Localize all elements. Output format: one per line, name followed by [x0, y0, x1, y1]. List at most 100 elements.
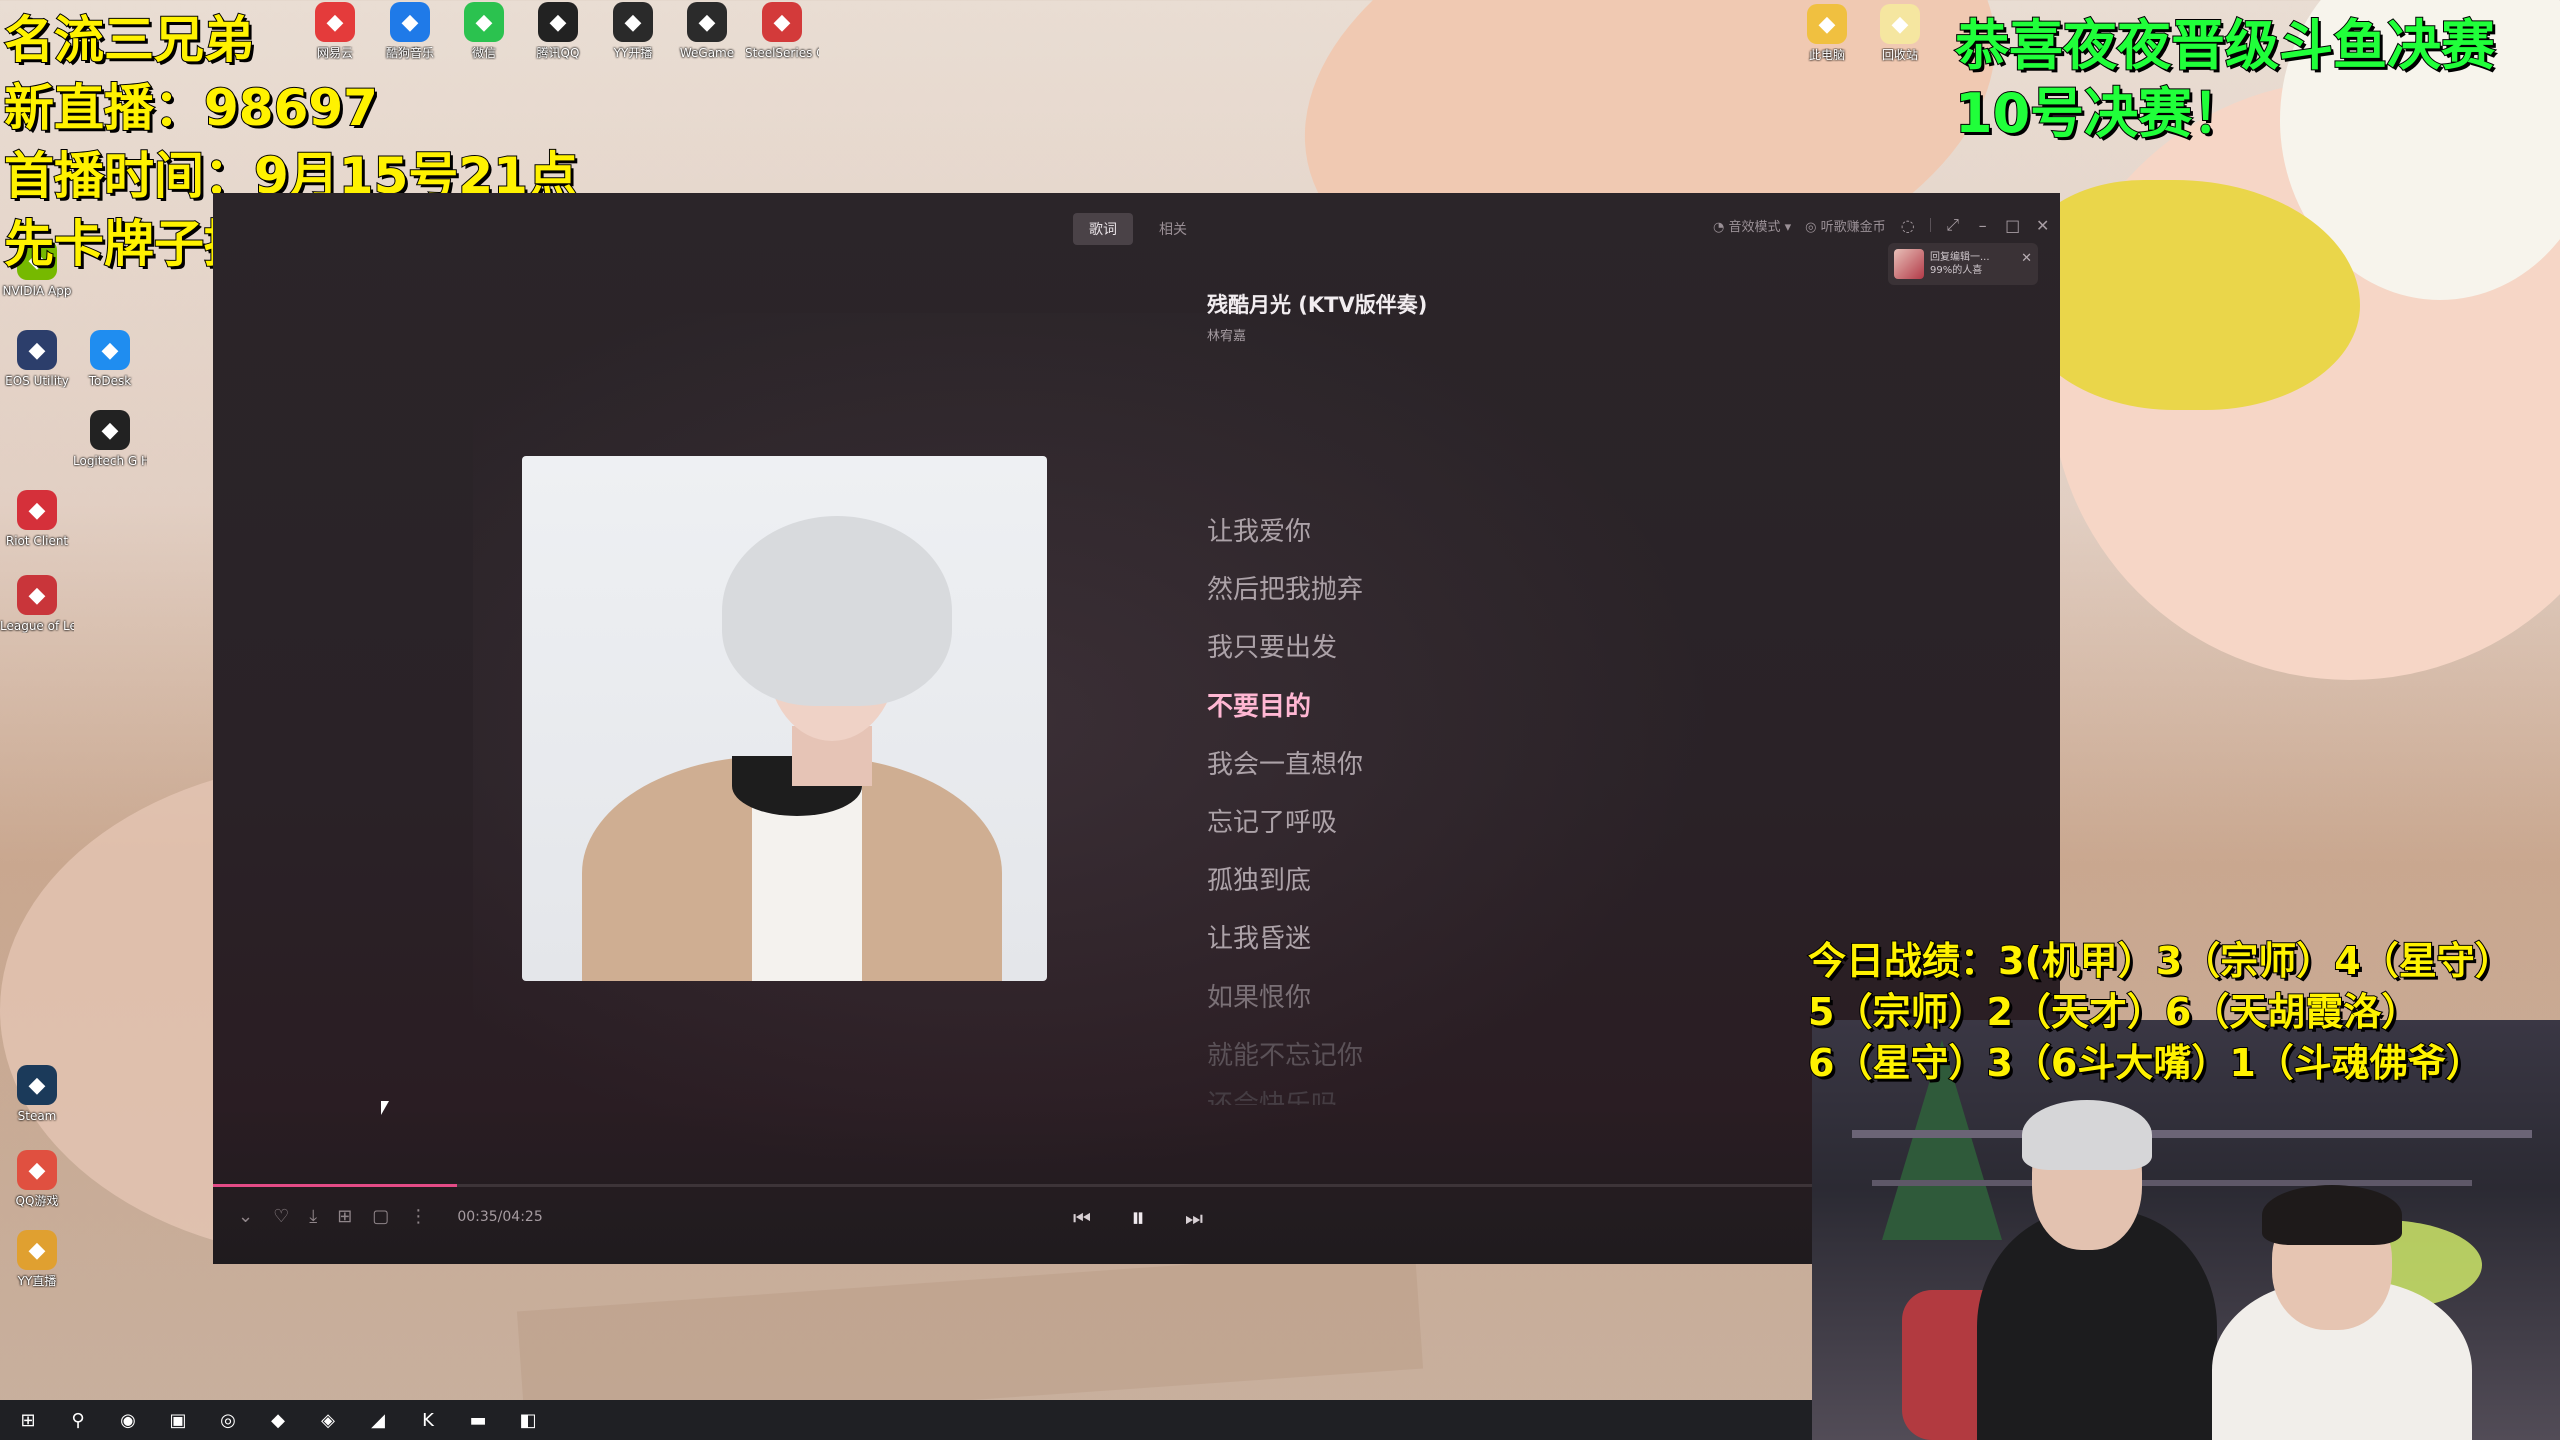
yy-live-icon: ◆: [17, 1230, 57, 1270]
close-icon[interactable]: ✕: [2035, 216, 2051, 235]
previous-icon[interactable]: ⏮: [1073, 1206, 1091, 1230]
eos-utility-icon: ◆: [17, 330, 57, 370]
notification-text: 回复编辑一... 99%的人喜: [1930, 251, 1990, 277]
desktop-icon[interactable]: ◆ YY直播: [0, 1230, 74, 1288]
tab-lyrics[interactable]: 歌词: [1073, 213, 1133, 245]
overlay-line: 恭喜夜夜晋级斗鱼决赛: [1954, 13, 2496, 78]
desktop-icon[interactable]: ◆ Riot Client: [0, 490, 74, 548]
add-to-playlist-icon[interactable]: ⊞: [337, 1206, 352, 1227]
lyric-line[interactable]: 我只要出发: [1207, 619, 1363, 677]
edge-icon[interactable]: ◉: [112, 1404, 144, 1436]
fullscreen-icon[interactable]: ⤢: [1945, 215, 1961, 235]
pause-icon[interactable]: ⏸: [1131, 1201, 1145, 1235]
lol-icon: ◆: [17, 575, 57, 615]
recycle-icon: ◆: [1880, 4, 1920, 44]
desktop-icon-label: NVIDIA App: [2, 284, 72, 298]
desktop-icon[interactable]: ◆ Steam: [0, 1065, 74, 1123]
desktop-icon[interactable]: ◆ Logitech G HUB: [73, 410, 147, 468]
player-tabs: 歌词 相关: [1073, 213, 1203, 245]
notification-card[interactable]: 回复编辑一... 99%的人喜 ✕: [1888, 243, 2038, 285]
divider: [1929, 218, 1931, 232]
earn-coins-label: 听歌赚金币: [1820, 219, 1886, 235]
webcam-shape: [1872, 1180, 2472, 1186]
kugou-icon[interactable]: K: [412, 1404, 444, 1436]
music-player-window: 歌词 相关 ◔ 音效模式 ▾ ◎ 听歌赚金币 ◌ ⤢ – □ ✕ 回复编辑一..…: [213, 193, 2060, 1264]
song-artist[interactable]: 林宥嘉: [1207, 325, 1246, 344]
lyric-line[interactable]: 忘记了呼吸: [1207, 794, 1363, 852]
desktop-icon[interactable]: ◆ SteelSeries GG: [745, 2, 819, 60]
notification-line: 回复编辑一...: [1930, 252, 1990, 263]
desktop-icon[interactable]: ◆ EOS Utility: [0, 330, 74, 388]
desktop-icon-label: SteelSeries GG: [745, 46, 819, 60]
desktop-icon[interactable]: ◆ YY开播: [596, 2, 670, 60]
desktop-icon-label: ToDesk: [88, 374, 132, 388]
yy-icon: ◆: [613, 2, 653, 42]
search-icon[interactable]: ⚲: [62, 1404, 94, 1436]
desktop-icon[interactable]: ◆ 回收站: [1863, 4, 1937, 62]
webcam-shape: [2262, 1185, 2402, 1245]
desktop-icon-label: WeGame: [679, 46, 735, 60]
sound-mode-label: 音效模式: [1728, 219, 1781, 235]
lyric-line[interactable]: 就能不忘记你: [1207, 1027, 1363, 1085]
stream-overlay-congrats: 恭喜夜夜晋级斗鱼决赛 10号决赛！: [1954, 12, 2496, 148]
download-icon[interactable]: ⤓: [309, 1206, 317, 1227]
avatar: [1894, 249, 1924, 279]
chrome-icon[interactable]: ◎: [212, 1404, 244, 1436]
desktop-icon[interactable]: ◆ WeGame: [670, 2, 744, 60]
skin-icon[interactable]: ◌: [1900, 216, 1916, 235]
app-icon[interactable]: ◈: [312, 1404, 344, 1436]
webcam-shape: [1852, 1130, 2532, 1138]
app-icon[interactable]: ◢: [362, 1404, 394, 1436]
pc-icon: ◆: [1807, 4, 1847, 44]
desktop-icon[interactable]: ◆ League of Legends: [0, 575, 74, 633]
overlay-line: 名流三兄弟: [3, 10, 255, 70]
lyric-line[interactable]: 我会一直想你: [1207, 736, 1363, 794]
next-icon[interactable]: ⏭: [1185, 1206, 1203, 1230]
maximize-icon[interactable]: □: [2005, 216, 2021, 235]
lyric-line[interactable]: 孤独到底: [1207, 852, 1363, 910]
progress-fill: [213, 1184, 457, 1187]
riot-icon: ◆: [17, 490, 57, 530]
desktop-icon-label: QQ游戏: [15, 1194, 59, 1208]
overlay-line: 今日战绩：3(机甲）3（宗师）4（星守）: [1807, 938, 2514, 984]
earn-coins-button[interactable]: ◎ 听歌赚金币: [1805, 216, 1886, 235]
lyric-line-current[interactable]: 不要目的: [1207, 678, 1363, 736]
app-icon[interactable]: ▣: [162, 1404, 194, 1436]
comment-icon[interactable]: ▢: [372, 1206, 389, 1227]
overlay-line: 5（宗师）2（天才）6（天胡霞洛）: [1807, 989, 2420, 1035]
desktop-icon-label: League of Legends: [0, 619, 74, 633]
tab-related[interactable]: 相关: [1143, 213, 1203, 245]
app-icon[interactable]: ◆: [262, 1404, 294, 1436]
desktop-icon-label: 回收站: [1881, 48, 1918, 62]
lyric-line[interactable]: 还会快乐吗: [1207, 1085, 1363, 1105]
like-icon[interactable]: ♡: [273, 1206, 289, 1227]
desktop-icon-label: YY直播: [17, 1274, 57, 1288]
steam-icon: ◆: [17, 1065, 57, 1105]
app-icon[interactable]: ◧: [512, 1404, 544, 1436]
desktop-icon[interactable]: ◆ 此电脑: [1790, 4, 1864, 62]
window-toolbar: ◔ 音效模式 ▾ ◎ 听歌赚金币 ◌ ⤢ – □ ✕: [1713, 215, 2051, 235]
mouse-cursor: [381, 1101, 389, 1115]
windows-start-icon[interactable]: ⊞: [12, 1404, 44, 1436]
desktop-icon-label: Logitech G HUB: [73, 454, 147, 468]
lyric-line[interactable]: 让我爱你: [1207, 503, 1363, 561]
minimize-icon[interactable]: –: [1975, 216, 1991, 235]
desktop-icon-label: EOS Utility: [5, 374, 69, 388]
player-controls-center: ⏮ ⏸ ⏭: [1073, 1201, 1203, 1235]
webcam-shape: [2022, 1100, 2152, 1170]
desktop-icon-label: Riot Client: [5, 534, 69, 548]
desktop-icon[interactable]: ◆ QQ游戏: [0, 1150, 74, 1208]
progress-bar[interactable]: [213, 1184, 2060, 1187]
lyrics-panel: 让我爱你 然后把我抛弃 我只要出发 不要目的 我会一直想你 忘记了呼吸 孤独到底 让我昏迷 如果…: [1207, 503, 1363, 1105]
lyric-line[interactable]: 让我昏迷: [1207, 910, 1363, 968]
sound-mode-button[interactable]: ◔ 音效模式 ▾: [1713, 216, 1791, 235]
chevron-down-icon[interactable]: ⌄: [238, 1206, 253, 1227]
lyric-line[interactable]: 然后把我抛弃: [1207, 561, 1363, 619]
logitech-icon: ◆: [90, 410, 130, 450]
desktop-icon[interactable]: ◆ ToDesk: [73, 330, 147, 388]
todesk-icon: ◆: [90, 330, 130, 370]
more-icon[interactable]: ⋮: [409, 1206, 427, 1227]
close-icon[interactable]: ✕: [2021, 251, 2032, 266]
folder-icon[interactable]: ▬: [462, 1404, 494, 1436]
lyric-line[interactable]: 如果恨你: [1207, 969, 1363, 1027]
